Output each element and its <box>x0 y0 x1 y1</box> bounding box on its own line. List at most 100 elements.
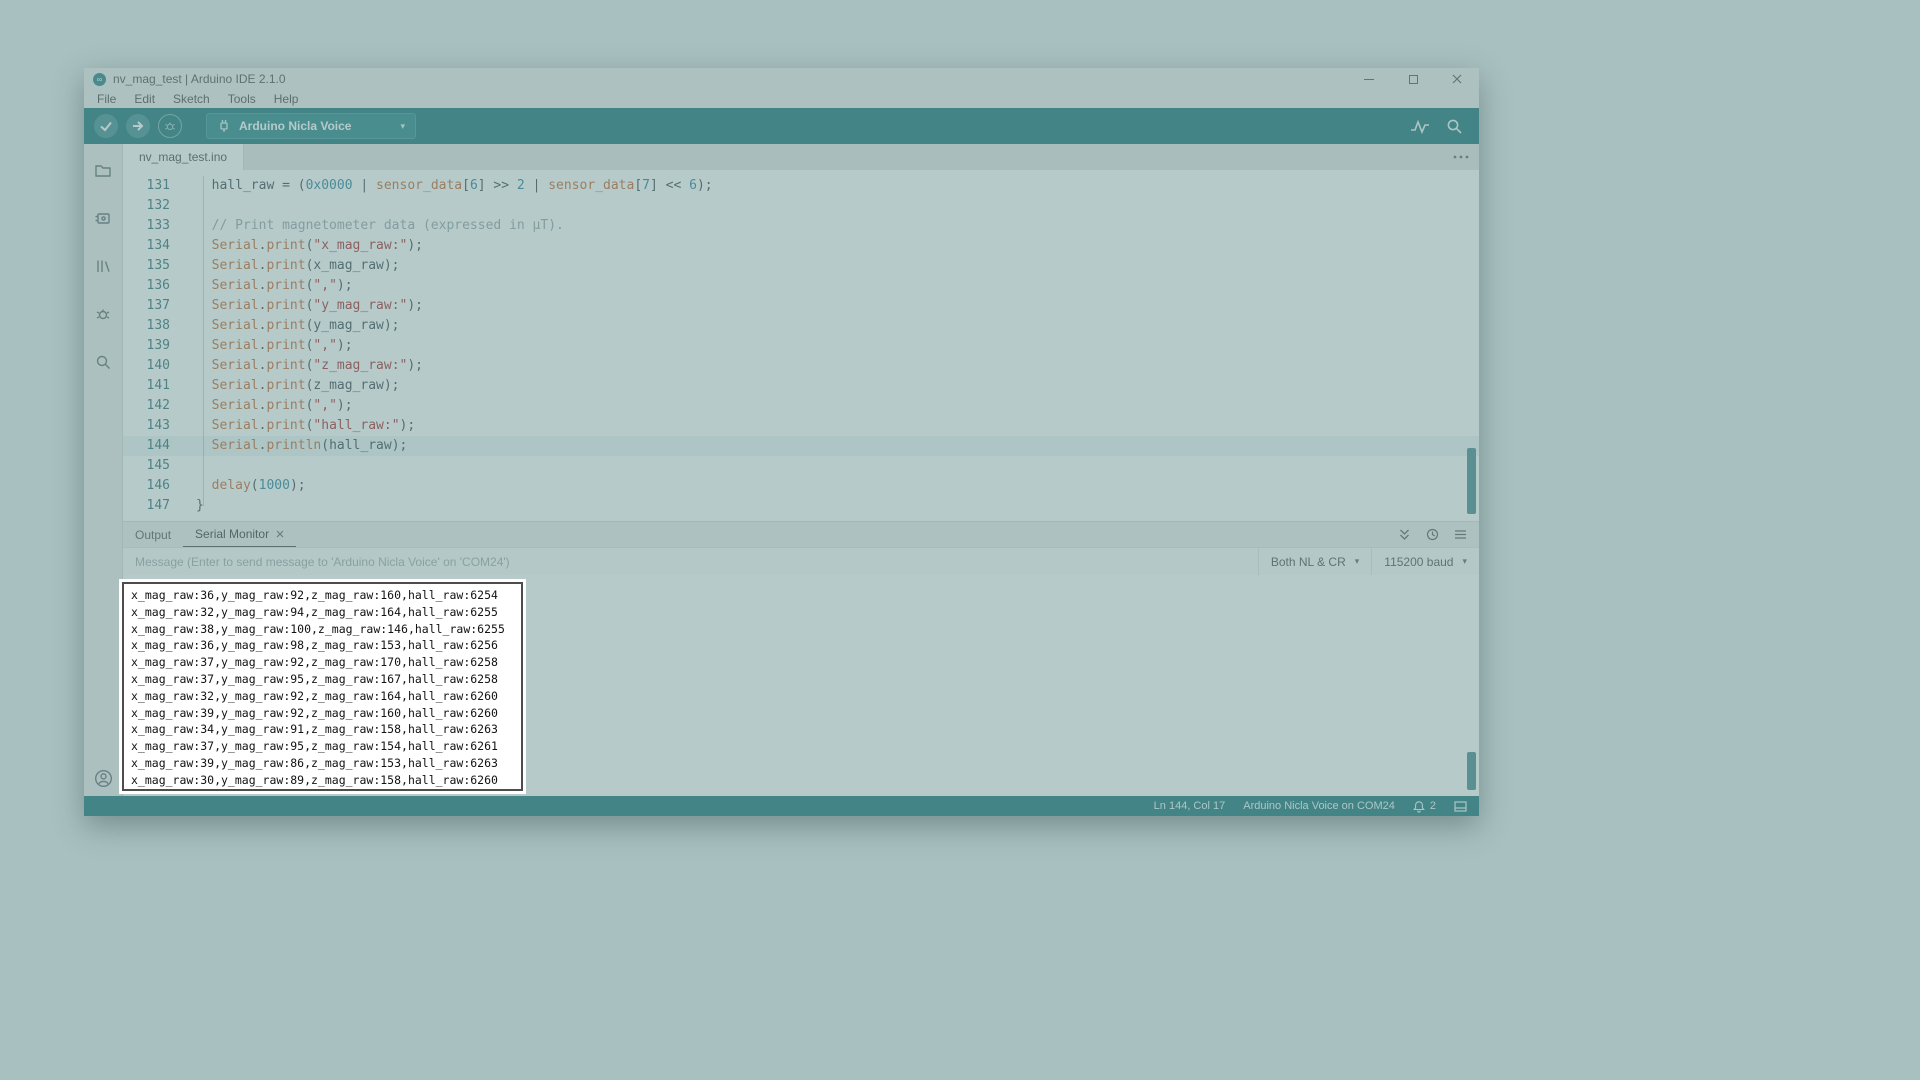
serial-monitor-icon[interactable] <box>1446 118 1463 135</box>
serial-message-input[interactable] <box>123 549 1258 575</box>
code-line[interactable]: 141 Serial.print(z_mag_raw); <box>123 376 1479 396</box>
menu-item-file[interactable]: File <box>88 90 125 108</box>
code-line[interactable]: 140 Serial.print("z_mag_raw:"); <box>123 356 1479 376</box>
board-selector-label: Arduino Nicla Voice <box>239 119 351 133</box>
code-line[interactable]: 143 Serial.print("hall_raw:"); <box>123 416 1479 436</box>
upload-button[interactable] <box>126 114 150 138</box>
code-line[interactable]: 136 Serial.print(","); <box>123 276 1479 296</box>
notifications-button[interactable]: 2 <box>1413 800 1436 813</box>
debug-button[interactable] <box>158 114 182 138</box>
board-selector[interactable]: Arduino Nicla Voice ▾ <box>206 113 416 139</box>
code-line[interactable]: 133 // Print magnetometer data (expresse… <box>123 216 1479 236</box>
line-ending-dropdown[interactable]: Both NL & CR ▾ <box>1258 548 1371 576</box>
menu-item-tools[interactable]: Tools <box>219 90 265 108</box>
sidebar-item-debug[interactable] <box>84 290 123 338</box>
menu-item-edit[interactable]: Edit <box>125 90 164 108</box>
serial-row: x_mag_raw:38,y_mag_raw:100,z_mag_raw:146… <box>131 621 514 638</box>
arduino-logo-icon: ∞ <box>93 73 106 86</box>
toolbar-right <box>1410 118 1469 135</box>
chevron-down-icon: ▾ <box>1462 556 1467 567</box>
sidebar <box>84 144 123 796</box>
line-number[interactable]: 132 <box>123 196 170 216</box>
editor-scrollbar[interactable] <box>1467 448 1476 514</box>
verify-button[interactable] <box>94 114 118 138</box>
timestamp-clock-icon[interactable] <box>1426 528 1439 541</box>
code-line[interactable]: 137 Serial.print("y_mag_raw:"); <box>123 296 1479 316</box>
cursor-position: Ln 144, Col 17 <box>1154 800 1226 812</box>
folder-icon <box>94 161 112 179</box>
sidebar-item-sketchbook[interactable] <box>84 146 123 194</box>
code-lines: 131 hall_raw = (0x0000 | sensor_data[6] … <box>123 176 1479 516</box>
line-number[interactable]: 146 <box>123 476 170 496</box>
editor-tab-label: nv_mag_test.ino <box>139 150 227 164</box>
sidebar-item-boards-manager[interactable] <box>84 194 123 242</box>
chevron-down-icon: ▾ <box>1355 556 1360 567</box>
toolbar: Arduino Nicla Voice ▾ <box>84 108 1479 144</box>
sidebar-item-account[interactable] <box>84 769 123 788</box>
line-number[interactable]: 142 <box>123 396 170 416</box>
account-icon <box>94 769 113 788</box>
menubar: FileEditSketchToolsHelp <box>84 90 1479 108</box>
serial-row: x_mag_raw:37,y_mag_raw:92,z_mag_raw:170,… <box>131 654 514 671</box>
maximize-button[interactable] <box>1391 68 1435 90</box>
code-line[interactable]: 145 <box>123 456 1479 476</box>
board-chip-icon <box>94 209 112 227</box>
line-number[interactable]: 147 <box>123 496 170 516</box>
serial-row: x_mag_raw:37,y_mag_raw:95,z_mag_raw:167,… <box>131 671 514 688</box>
code-line[interactable]: 147} <box>123 496 1479 516</box>
collapse-panel-icon[interactable] <box>1398 528 1411 541</box>
line-number[interactable]: 133 <box>123 216 170 236</box>
minimize-icon <box>1364 79 1374 80</box>
line-number[interactable]: 134 <box>123 236 170 256</box>
editor-more-button[interactable] <box>1453 144 1469 170</box>
line-number[interactable]: 135 <box>123 256 170 276</box>
serial-row: x_mag_raw:36,y_mag_raw:92,z_mag_raw:160,… <box>131 587 514 604</box>
line-number[interactable]: 137 <box>123 296 170 316</box>
code-line[interactable]: 138 Serial.print(y_mag_raw); <box>123 316 1479 336</box>
more-dots-icon <box>1453 155 1469 159</box>
code-line[interactable]: 134 Serial.print("x_mag_raw:"); <box>123 236 1479 256</box>
code-line[interactable]: 131 hall_raw = (0x0000 | sensor_data[6] … <box>123 176 1479 196</box>
menu-item-help[interactable]: Help <box>265 90 308 108</box>
close-tab-icon[interactable] <box>276 530 284 538</box>
serial-plotter-icon[interactable] <box>1410 119 1430 134</box>
debug-icon <box>94 305 112 323</box>
code-line[interactable]: 132 <box>123 196 1479 216</box>
panel-menu-icon[interactable] <box>1454 529 1467 540</box>
line-number[interactable]: 143 <box>123 416 170 436</box>
panel-layout-icon <box>1454 801 1467 812</box>
tab-output[interactable]: Output <box>123 522 183 548</box>
upload-arrow-icon <box>131 119 145 133</box>
code-line[interactable]: 144 Serial.println(hall_raw); <box>123 436 1479 456</box>
line-number[interactable]: 138 <box>123 316 170 336</box>
line-number[interactable]: 145 <box>123 456 170 476</box>
serial-monitor-tab-label: Serial Monitor <box>195 527 269 541</box>
serial-row: x_mag_raw:32,y_mag_raw:94,z_mag_raw:164,… <box>131 604 514 621</box>
line-number[interactable]: 141 <box>123 376 170 396</box>
sidebar-item-library-manager[interactable] <box>84 242 123 290</box>
tab-serial-monitor[interactable]: Serial Monitor <box>183 522 296 548</box>
code-line[interactable]: 146 delay(1000); <box>123 476 1479 496</box>
close-button[interactable] <box>1435 68 1479 90</box>
line-number[interactable]: 139 <box>123 336 170 356</box>
line-number[interactable]: 131 <box>123 176 170 196</box>
sidebar-item-search[interactable] <box>84 338 123 386</box>
serial-row: x_mag_raw:34,y_mag_raw:91,z_mag_raw:158,… <box>131 721 514 738</box>
code-line[interactable]: 139 Serial.print(","); <box>123 336 1479 356</box>
line-number[interactable]: 136 <box>123 276 170 296</box>
code-line[interactable]: 142 Serial.print(","); <box>123 396 1479 416</box>
code-line[interactable]: 135 Serial.print(x_mag_raw); <box>123 256 1479 276</box>
serial-row: x_mag_raw:37,y_mag_raw:95,z_mag_raw:154,… <box>131 738 514 755</box>
code-editor[interactable]: 131 hall_raw = (0x0000 | sensor_data[6] … <box>123 170 1479 521</box>
line-ending-label: Both NL & CR <box>1271 555 1346 569</box>
line-number[interactable]: 144 <box>123 436 170 456</box>
baud-rate-dropdown[interactable]: 115200 baud ▾ <box>1371 548 1479 576</box>
line-number[interactable]: 140 <box>123 356 170 376</box>
panel-tabbar: Output Serial Monitor <box>123 521 1479 547</box>
minimize-button[interactable] <box>1347 68 1391 90</box>
output-scrollbar[interactable] <box>1467 752 1476 790</box>
statusbar: Ln 144, Col 17 Arduino Nicla Voice on CO… <box>84 796 1479 816</box>
tab-nv-mag-test[interactable]: nv_mag_test.ino <box>123 144 244 170</box>
toggle-panel-button[interactable] <box>1454 801 1467 812</box>
menu-item-sketch[interactable]: Sketch <box>164 90 219 108</box>
